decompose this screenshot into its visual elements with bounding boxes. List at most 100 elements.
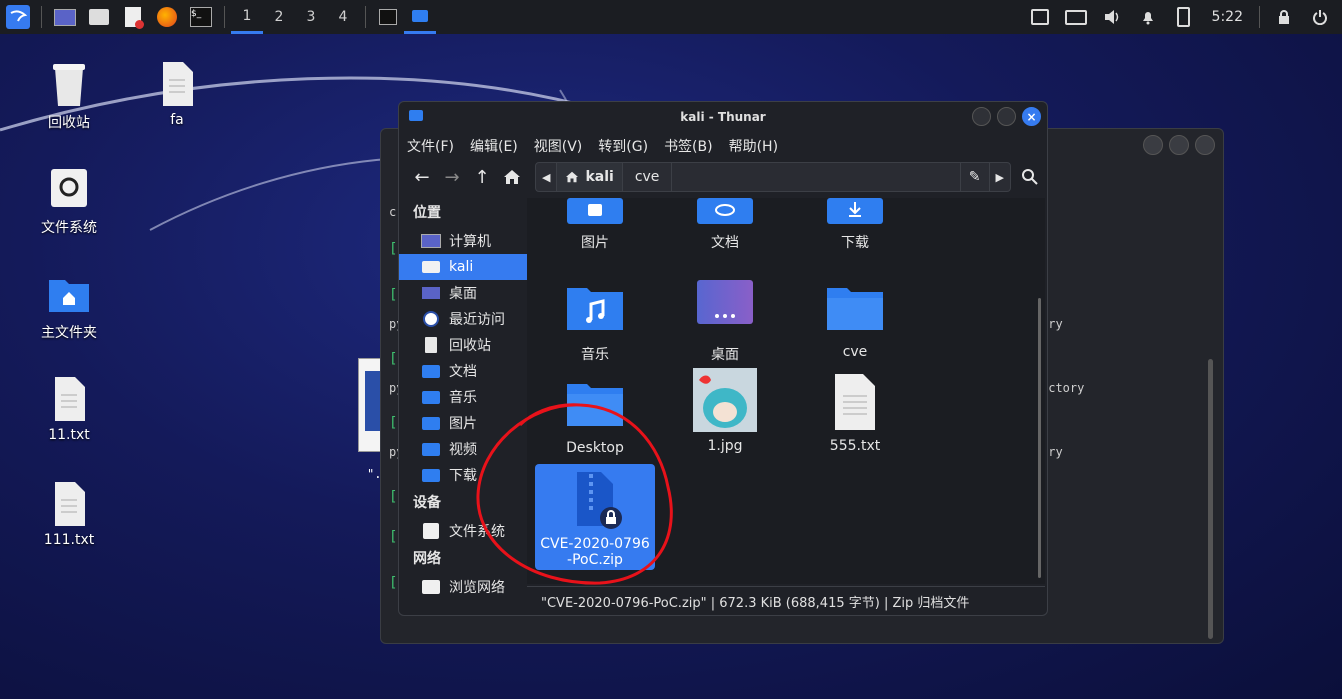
text-file-icon bbox=[47, 480, 91, 528]
sidebar-item-kali[interactable]: kali bbox=[399, 254, 527, 280]
path-scroll-right[interactable]: ▶ bbox=[988, 163, 1010, 191]
terminal-bracket: [ bbox=[389, 415, 398, 431]
minimize-button[interactable] bbox=[1143, 135, 1163, 155]
terminal-bracket: [ bbox=[389, 529, 398, 545]
menu-file[interactable]: 文件(F) bbox=[407, 136, 454, 156]
up-button[interactable]: ↑ bbox=[469, 164, 495, 190]
sidebar-item-downloads[interactable]: 下载 bbox=[399, 462, 527, 488]
power-icon[interactable] bbox=[1308, 5, 1332, 29]
menu-edit[interactable]: 编辑(E) bbox=[470, 136, 518, 156]
file-item[interactable]: 文档 bbox=[665, 198, 785, 252]
file-item[interactable]: 音乐 bbox=[535, 278, 655, 364]
lock-icon[interactable] bbox=[1272, 5, 1296, 29]
file-item[interactable]: 555.txt bbox=[795, 372, 915, 454]
home-button[interactable] bbox=[499, 164, 525, 190]
pictures-folder-icon bbox=[421, 415, 441, 431]
file-item-selected[interactable]: CVE-2020-0796-PoC.zip bbox=[535, 464, 655, 570]
workspace-4[interactable]: 4 bbox=[327, 0, 359, 34]
downloads-folder-icon bbox=[825, 198, 885, 226]
file-item[interactable]: 图片 bbox=[535, 198, 655, 252]
path-crumb-kali[interactable]: kali bbox=[557, 163, 623, 191]
maximize-button[interactable] bbox=[1169, 135, 1189, 155]
workspace-1[interactable]: 1 bbox=[231, 0, 263, 34]
sidebar-item-music[interactable]: 音乐 bbox=[399, 384, 527, 410]
pencil-icon: ✎ bbox=[968, 169, 981, 185]
image-thumbnail-icon bbox=[693, 368, 757, 432]
sidebar-item-pictures[interactable]: 图片 bbox=[399, 410, 527, 436]
desktop-icon-fa[interactable]: fa bbox=[132, 60, 222, 128]
workspace-3[interactable]: 3 bbox=[295, 0, 327, 34]
path-crumb-cve[interactable]: cve bbox=[623, 163, 673, 191]
text-file-icon bbox=[825, 372, 885, 432]
volume-icon[interactable] bbox=[1100, 5, 1124, 29]
downloads-folder-icon bbox=[421, 467, 441, 483]
desktop-icon-111txt[interactable]: 111.txt bbox=[24, 480, 114, 548]
sidebar-item-computer[interactable]: 计算机 bbox=[399, 228, 527, 254]
sidebar-item-desktop[interactable]: 桌面 bbox=[399, 280, 527, 306]
sidebar-item-trash[interactable]: 回收站 bbox=[399, 332, 527, 358]
clock[interactable]: 5:22 bbox=[1212, 9, 1243, 25]
terminal-line: ". bbox=[367, 467, 382, 481]
battery-icon[interactable] bbox=[1172, 5, 1196, 29]
file-item[interactable]: Desktop bbox=[535, 374, 655, 456]
desktop-icon-filesystem[interactable]: 文件系统 bbox=[24, 165, 114, 237]
recent-icon bbox=[421, 311, 441, 327]
file-item[interactable]: cve bbox=[795, 278, 915, 360]
taskbar-thunar[interactable] bbox=[404, 0, 436, 34]
minimize-button[interactable] bbox=[972, 107, 991, 126]
maximize-button[interactable] bbox=[997, 107, 1016, 126]
terminal-icon bbox=[379, 9, 397, 25]
taskbar-terminal[interactable] bbox=[372, 0, 404, 34]
forward-button[interactable]: → bbox=[439, 164, 465, 190]
search-button[interactable] bbox=[1017, 164, 1043, 190]
desktop-icon-home[interactable]: 主文件夹 bbox=[24, 270, 114, 342]
sidebar-item-videos[interactable]: 视频 bbox=[399, 436, 527, 462]
notification-bell-icon[interactable] bbox=[1136, 5, 1160, 29]
file-manager-icon[interactable] bbox=[87, 5, 111, 29]
sidebar-item-browse-network[interactable]: 浏览网络 bbox=[399, 574, 527, 600]
toolbar: ← → ↑ ◀ kali cve ✎ ▶ bbox=[399, 160, 1047, 194]
file-item[interactable]: 下载 bbox=[795, 198, 915, 252]
desktop-folder-icon bbox=[695, 278, 755, 338]
close-button[interactable] bbox=[1195, 135, 1215, 155]
desktop-icon-trash[interactable]: 回收站 bbox=[24, 60, 114, 132]
trash-icon bbox=[421, 337, 441, 353]
menu-go[interactable]: 转到(G) bbox=[598, 136, 648, 156]
firefox-icon[interactable] bbox=[155, 5, 179, 29]
menu-view[interactable]: 视图(V) bbox=[534, 136, 583, 156]
panel-separator bbox=[1259, 6, 1260, 28]
keyboard-icon[interactable] bbox=[1064, 5, 1088, 29]
back-button[interactable]: ← bbox=[409, 164, 435, 190]
text-editor-icon[interactable] bbox=[121, 5, 145, 29]
drive-icon bbox=[421, 523, 441, 539]
menu-bar: 文件(F) 编辑(E) 视图(V) 转到(G) 书签(B) 帮助(H) bbox=[399, 132, 1047, 160]
title-bar[interactable]: kali - Thunar × bbox=[399, 102, 1047, 132]
kali-menu-icon[interactable] bbox=[6, 5, 30, 29]
sidebar-item-filesystem[interactable]: 文件系统 bbox=[399, 518, 527, 544]
file-item[interactable]: 桌面 bbox=[665, 278, 785, 364]
file-view[interactable]: 图片 文档 下载 音乐 桌面 cve Desktop 1.jpg 555.txt… bbox=[527, 198, 1045, 584]
folder-icon bbox=[825, 278, 885, 338]
close-button[interactable]: × bbox=[1022, 107, 1041, 126]
sidebar-header-network: 网络 bbox=[413, 551, 441, 567]
menu-bookmarks[interactable]: 书签(B) bbox=[664, 136, 713, 156]
home-folder-icon bbox=[47, 270, 91, 318]
terminal-bracket: [ bbox=[389, 489, 398, 505]
scrollbar[interactable] bbox=[1038, 298, 1041, 578]
workspace-2[interactable]: 2 bbox=[263, 0, 295, 34]
network-icon[interactable] bbox=[1028, 5, 1052, 29]
file-item[interactable]: 1.jpg bbox=[665, 368, 785, 454]
desktop-icon-11txt[interactable]: 11.txt bbox=[24, 375, 114, 443]
path-scroll-left[interactable]: ◀ bbox=[536, 163, 558, 191]
sidebar-item-documents[interactable]: 文档 bbox=[399, 358, 527, 384]
sidebar-header-places: 位置 bbox=[413, 205, 441, 221]
menu-help[interactable]: 帮助(H) bbox=[729, 136, 778, 156]
edit-location-button[interactable]: ✎ bbox=[959, 163, 989, 191]
file-label: 桌面 bbox=[711, 347, 739, 363]
terminal-icon[interactable]: $_ bbox=[189, 5, 213, 29]
sidebar-item-recent[interactable]: 最近访问 bbox=[399, 306, 527, 332]
drive-icon bbox=[47, 165, 91, 213]
desktop-icon-label: 回收站 bbox=[48, 115, 90, 131]
show-desktop-icon[interactable] bbox=[53, 5, 77, 29]
scrollbar[interactable] bbox=[1208, 359, 1213, 639]
